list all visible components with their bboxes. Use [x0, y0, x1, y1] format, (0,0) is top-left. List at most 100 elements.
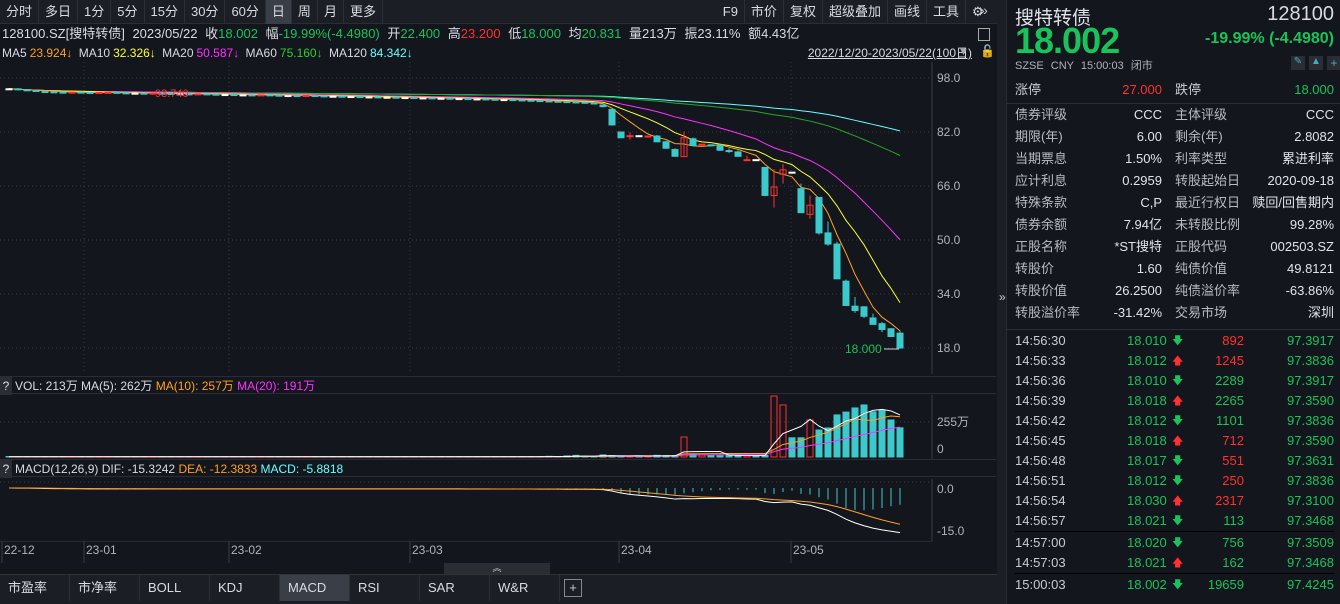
candle-body: [869, 317, 877, 325]
period-tab-0[interactable]: 分时: [0, 0, 40, 24]
open-value: 22.400: [400, 26, 441, 41]
lock-icon[interactable]: 🔓: [980, 44, 995, 58]
stat-value: 7.94亿: [1123, 217, 1162, 232]
indicator-tab-3[interactable]: KDJ: [210, 575, 280, 601]
candle-body: [221, 94, 229, 97]
date-tick-label: 23-05: [793, 543, 824, 557]
candlestick-chart[interactable]: 98.0 82.0 66.0 50.0 34.0 18.0 93.740 18.000: [0, 62, 996, 374]
indicator-tab-1[interactable]: 市净率: [70, 575, 140, 601]
period-tab-5[interactable]: 30分: [185, 0, 226, 24]
add-watchlist-icon[interactable]: +: [1327, 56, 1340, 70]
help-icon[interactable]: ?: [0, 460, 12, 478]
period-toolbar: 分时 多日 1分 5分 15分 30分 60分日周月更多 F9 市价 复权 超级叠加 画线 工具 ⚙: [0, 0, 1000, 24]
stat-label: 转股价值: [1015, 283, 1068, 298]
tick-row: 14:56:51 18.012 🡇 250 97.3836: [1015, 471, 1334, 491]
candle-body: [293, 95, 301, 98]
period-tab-3[interactable]: 5分: [111, 0, 145, 24]
candle-body: [896, 332, 904, 349]
tick-yield: 97.3917: [1287, 333, 1334, 348]
toolbar-button-4[interactable]: 画线: [888, 0, 927, 24]
stat-label: 应计利息: [1015, 173, 1068, 188]
toolbar-button-5[interactable]: 工具: [927, 0, 966, 24]
alert-bell-icon[interactable]: ▲: [1309, 56, 1323, 70]
indicator-tab-5[interactable]: RSI: [350, 575, 420, 601]
arrow-up-icon: 🡅: [1172, 435, 1184, 447]
period-tab-6[interactable]: 60分: [225, 0, 266, 24]
panel-layout-icon[interactable]: [978, 28, 990, 41]
tick-price: 18.012: [1127, 353, 1167, 368]
indicator-tab-4[interactable]: MACD: [280, 575, 350, 601]
toolbar-button-3[interactable]: 超级叠加: [823, 0, 888, 24]
vol-title: VOL: 213万: [15, 379, 78, 393]
toolbar-button-0[interactable]: F9: [717, 0, 745, 24]
arrow-up-icon: 🡅: [1172, 495, 1184, 507]
add-indicator-button[interactable]: +: [564, 579, 582, 597]
period-tab-10[interactable]: 更多: [344, 0, 383, 24]
stat-value: 累进利率: [1281, 151, 1334, 166]
stat-row: 债券评级 CCC 主体评级 CCC: [1015, 104, 1334, 126]
tick-yield: 97.3917: [1287, 373, 1334, 388]
amount-value: 额4.43亿: [748, 26, 800, 41]
candle-body: [878, 323, 886, 330]
tick-price: 18.002: [1127, 577, 1167, 592]
indicator-tab-7[interactable]: W&R: [490, 575, 560, 601]
edit-icon[interactable]: ✎: [1291, 56, 1305, 70]
candle-body: [212, 93, 220, 96]
tick-price: 18.017: [1127, 453, 1167, 468]
tick-yield: 97.3468: [1287, 513, 1334, 528]
date-range-selector[interactable]: 2022/12/20-2023/05/22(100日): [808, 44, 972, 61]
candle-body: [32, 89, 40, 92]
collapse-panel-icon[interactable]: »: [999, 290, 1006, 304]
stat-value: *ST搜特: [1114, 239, 1162, 254]
period-tab-1[interactable]: 多日: [39, 0, 79, 24]
stat-row: 特殊条款 C,P 最近行权日 赎回/回售期内: [1015, 192, 1334, 214]
tick-price: 18.018: [1127, 433, 1167, 448]
period-tab-9[interactable]: 月: [318, 0, 344, 24]
price-tick-label: 66.0: [937, 179, 961, 193]
candle-body: [338, 95, 346, 98]
indicator-tab-6[interactable]: SAR: [420, 575, 490, 601]
tick-volume: 19659: [1207, 577, 1244, 592]
period-tab-8[interactable]: 周: [292, 0, 318, 24]
tick-price: 18.021: [1127, 513, 1167, 528]
tick-row: 14:56:54 18.030 🡅 2317 97.3100: [1015, 491, 1334, 511]
volume-bar: [734, 455, 742, 458]
period-tab-7[interactable]: 日: [265, 0, 292, 24]
stat-label: 债券余额: [1015, 217, 1068, 232]
stat-value: CCC: [1305, 107, 1334, 122]
indicator-tab-0[interactable]: 市盈率: [0, 575, 70, 601]
toolbar-button-2[interactable]: 复权: [784, 0, 823, 24]
volume-bar: [869, 411, 877, 458]
macd-tick-label: 0.0: [937, 482, 954, 496]
candle-body: [653, 135, 661, 143]
arrow-down-icon: 🡇: [1172, 579, 1184, 591]
period-tab-2[interactable]: 1分: [78, 0, 112, 24]
help-icon[interactable]: ?: [0, 377, 12, 395]
limit-down-label: 跌停: [1175, 82, 1202, 97]
tick-time: 14:56:57: [1015, 513, 1066, 528]
stat-value: 1.60: [1136, 261, 1162, 276]
price-tick-label: 18.0: [937, 341, 961, 355]
candle-body: [140, 92, 148, 95]
volume-bar: [707, 454, 715, 458]
candle-body: [536, 100, 544, 103]
macd-chart[interactable]: 0.0 -15.0: [0, 479, 996, 541]
range-dropdown-icon[interactable]: ▼: [958, 46, 969, 58]
indicator-tab-2[interactable]: BOLL: [140, 575, 210, 601]
tick-price: 18.030: [1127, 493, 1167, 508]
candle-body: [113, 91, 121, 94]
volume-bar: [896, 427, 904, 458]
candle-body: [563, 101, 571, 104]
toolbar-button-1[interactable]: 市价: [745, 0, 784, 24]
stat-value: 1.50%: [1125, 151, 1162, 166]
candle-body: [707, 144, 715, 147]
candle-body: [266, 94, 274, 97]
expand-right-icon[interactable]: »: [980, 2, 988, 18]
period-tab-4[interactable]: 15分: [145, 0, 185, 24]
collapse-handle[interactable]: ︽: [444, 563, 550, 574]
volume-chart[interactable]: 255万 0: [0, 395, 996, 459]
stat-row: 转股溢价率 -31.42% 交易市场 深圳: [1015, 302, 1334, 324]
stat-value: 赎回/回售期内: [1252, 195, 1334, 210]
tick-volume: 250: [1222, 473, 1244, 488]
tick-row: 14:56:48 18.017 🡇 551 97.3631: [1015, 451, 1334, 471]
